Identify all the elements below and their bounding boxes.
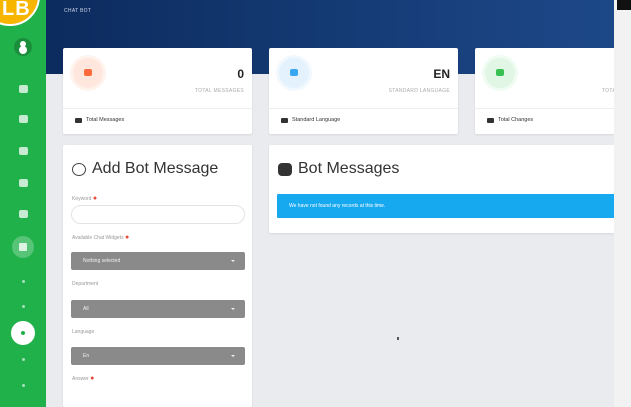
language-icon [279, 58, 309, 88]
robot-icon [278, 162, 292, 176]
department-label: Department [72, 281, 99, 287]
empty-records-alert: We have not found any records at this ti… [277, 194, 622, 218]
answer-label: Answer ● [72, 375, 95, 382]
menu-dot-icon[interactable] [22, 305, 25, 308]
keyboard-icon [281, 117, 288, 123]
stat-value: EN [433, 67, 450, 81]
chatbot-icon[interactable] [12, 236, 34, 258]
stat-footer: Total Messages [75, 117, 124, 123]
language-label: Language [72, 329, 95, 335]
stat-label: TOTAL MESSAGES [194, 88, 244, 94]
keyword-input[interactable] [71, 205, 245, 224]
user-avatar-icon[interactable] [14, 38, 32, 56]
changes-icon [485, 58, 515, 88]
stat-label: STANDARD LANGUAGE [388, 88, 450, 94]
chevron-down-icon [231, 308, 235, 310]
robot-icon [75, 117, 82, 123]
robot-icon [487, 117, 494, 123]
keyword-label: Keyword ● [72, 195, 98, 202]
menu-dot-icon[interactable] [22, 280, 25, 283]
chevron-down-icon [231, 355, 235, 357]
sidebar [0, 0, 46, 407]
settings-toggle-icon[interactable] [11, 321, 35, 345]
add-bot-message-panel: Add Bot Message Keyword ● Available Chat… [63, 145, 252, 407]
dashboard-icon[interactable] [19, 85, 28, 93]
document-icon[interactable] [19, 210, 28, 218]
window-edge [614, 0, 631, 407]
stat-card-total-messages: 0 TOTAL MESSAGES Total Messages [63, 48, 252, 134]
stat-footer: Total Changes [487, 117, 533, 123]
stat-value: 0 [237, 67, 244, 81]
bot-messages-panel: Bot Messages We have not found any recor… [269, 145, 622, 233]
chat-widgets-select[interactable]: Nothing selected [71, 252, 245, 270]
breadcrumb: CHAT BOT [64, 8, 92, 14]
menu-dot-icon[interactable] [22, 358, 25, 361]
panel-title: Bot Messages [278, 160, 399, 178]
users-icon[interactable] [19, 179, 28, 187]
stat-card-total-changes: TOTA Total Changes [475, 48, 616, 134]
stat-card-standard-language: EN STANDARD LANGUAGE Standard Language [269, 48, 458, 134]
stat-footer: Standard Language [281, 117, 340, 123]
menu-dot-icon[interactable] [22, 384, 25, 387]
chat-widgets-label: Available Chat Widgets ● [72, 234, 130, 241]
chat-icon[interactable] [19, 147, 28, 155]
department-select[interactable]: All [71, 300, 245, 318]
language-select[interactable]: En [71, 347, 245, 365]
panel-title: Add Bot Message [72, 160, 218, 178]
robot-icon [72, 162, 86, 176]
robot-icon [73, 58, 103, 88]
mouse-cursor [397, 337, 399, 340]
inbox-icon[interactable] [19, 115, 28, 123]
chevron-down-icon [231, 260, 235, 262]
